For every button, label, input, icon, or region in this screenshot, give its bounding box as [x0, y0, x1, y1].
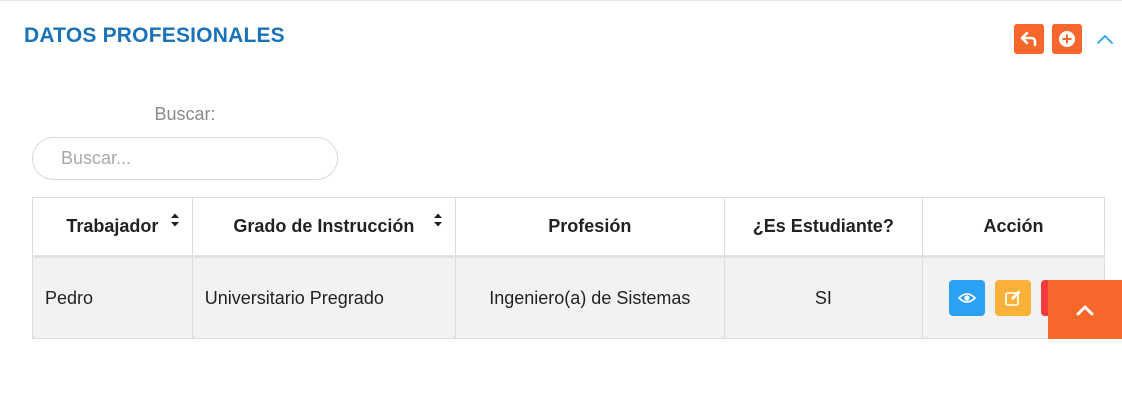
plus-circle-icon — [1059, 31, 1075, 47]
search-label: Buscar: — [154, 104, 216, 124]
sort-icon — [433, 213, 442, 227]
cell-estudiante: SI — [723, 256, 923, 339]
sort-icon — [170, 213, 179, 227]
column-header-grado[interactable]: Grado de Instrucción — [191, 197, 456, 258]
chevron-up-icon — [1076, 305, 1094, 315]
add-button[interactable] — [1052, 24, 1082, 54]
data-table: Trabajador Grado de Instrucción Profesió… — [32, 197, 1106, 339]
column-label: ¿Es Estudiante? — [752, 216, 894, 236]
collapse-button[interactable] — [1094, 28, 1116, 50]
cell-profesion: Ingeniero(a) de Sistemas — [454, 256, 725, 339]
search-input[interactable] — [32, 137, 338, 180]
eye-icon — [958, 293, 977, 303]
scroll-to-top-button[interactable] — [1048, 280, 1122, 339]
column-label: Grado de Instrucción — [233, 216, 415, 236]
edit-icon — [1005, 290, 1021, 306]
column-label: Trabajador — [66, 216, 159, 236]
column-label: Acción — [983, 216, 1044, 236]
column-header-accion: Acción — [921, 197, 1106, 258]
view-button[interactable] — [949, 280, 986, 316]
column-header-trabajador[interactable]: Trabajador — [32, 197, 193, 258]
table-header-row: Trabajador Grado de Instrucción Profesió… — [32, 197, 1106, 258]
table-row: Pedro Universitario Pregrado Ingeniero(a… — [32, 256, 1106, 339]
cell-trabajador: Pedro — [32, 256, 193, 339]
chevron-up-icon — [1097, 35, 1113, 44]
back-button[interactable] — [1014, 24, 1044, 54]
panel-title: DATOS PROFESIONALES — [24, 24, 285, 47]
card-border — [0, 0, 1122, 1]
column-header-estudiante: ¿Es Estudiante? — [723, 197, 923, 258]
cell-grado: Universitario Pregrado — [191, 256, 456, 339]
column-label: Profesión — [548, 216, 632, 236]
reply-icon — [1020, 31, 1037, 47]
edit-button[interactable] — [995, 280, 1032, 316]
column-header-profesion: Profesión — [454, 197, 725, 258]
